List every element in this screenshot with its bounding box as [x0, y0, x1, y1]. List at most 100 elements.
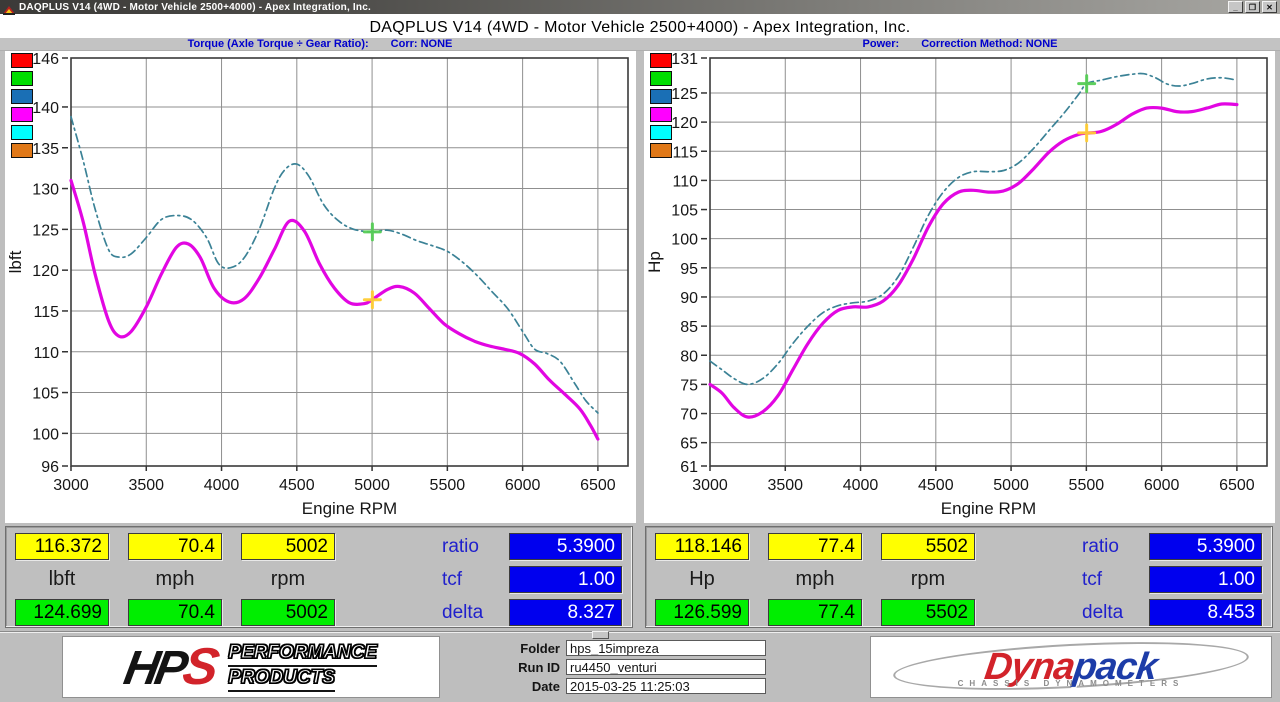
icon-base	[3, 13, 15, 15]
delta-value-box: 8.327	[509, 599, 622, 626]
svg-text:3000: 3000	[53, 477, 89, 494]
svg-text:75: 75	[680, 377, 698, 394]
svg-text:146: 146	[32, 51, 59, 68]
power-legend	[650, 53, 672, 161]
app-icon	[3, 2, 15, 13]
cursor-value-box: 5002	[241, 533, 335, 560]
torque-corr-label: Corr: NONE	[391, 38, 453, 50]
date-label: Date	[500, 679, 560, 694]
torque-chart[interactable]: 3000350040004500500055006000650014614013…	[5, 51, 636, 523]
footer-bar: HPS PERFORMANCE PRODUCTS Folder Run ID D…	[0, 631, 1280, 702]
svg-text:4500: 4500	[279, 477, 315, 494]
close-button[interactable]: ✕	[1262, 1, 1277, 13]
torque-legend	[11, 53, 33, 161]
power-chart[interactable]: 3000350040004500500055006000650013112512…	[644, 51, 1275, 523]
svg-text:Hp: Hp	[645, 251, 664, 273]
svg-text:6500: 6500	[1219, 477, 1255, 494]
unit-label: rpm	[881, 568, 975, 591]
unit-label: rpm	[241, 568, 335, 591]
delta-label: delta	[994, 602, 1130, 624]
hps-wordmark: HPS	[120, 641, 219, 693]
hps-hp-text: HP	[120, 642, 188, 695]
titlebar: DAQPLUS V14 (4WD - Motor Vehicle 2500+40…	[0, 0, 1280, 14]
svg-text:4000: 4000	[843, 477, 879, 494]
svg-text:85: 85	[680, 319, 698, 336]
folder-label: Folder	[500, 641, 560, 656]
run-id-field-row: Run ID	[500, 659, 766, 675]
ratio-label: ratio	[354, 536, 490, 558]
svg-text:61: 61	[680, 459, 698, 476]
dynapack-tagline: CHASSIS DYNAMOMETERS	[871, 679, 1271, 688]
restore-button[interactable]: ❐	[1245, 1, 1260, 13]
svg-text:95: 95	[680, 261, 698, 278]
cursor-value-box: 5502	[881, 533, 975, 560]
cursor-value-box: 124.699	[15, 599, 109, 626]
svg-text:70: 70	[680, 407, 698, 424]
readouts-row: 116.372 70.4 5002 ratio 5.3900 lbft mph …	[0, 523, 1280, 631]
svg-text:100: 100	[671, 232, 698, 249]
ratio-value-box: 5.3900	[1149, 533, 1262, 560]
svg-text:115: 115	[33, 304, 59, 321]
folder-field-row: Folder	[500, 640, 766, 656]
legend-swatch	[11, 89, 33, 104]
svg-text:105: 105	[32, 386, 59, 403]
svg-text:Engine RPM: Engine RPM	[941, 499, 1036, 518]
legend-swatch	[650, 125, 672, 140]
legend-swatch	[650, 53, 672, 68]
svg-text:130: 130	[32, 182, 59, 199]
legend-swatch	[11, 107, 33, 122]
torque-header-label: Torque (Axle Torque ÷ Gear Ratio):	[188, 38, 369, 50]
svg-text:105: 105	[671, 203, 698, 220]
cursor-value-box: 116.372	[15, 533, 109, 560]
svg-text:120: 120	[32, 263, 59, 280]
svg-text:6000: 6000	[505, 477, 541, 494]
svg-text:125: 125	[671, 86, 698, 103]
power-chart-panel: 3000350040004500500055006000650013112512…	[644, 51, 1275, 523]
svg-text:100: 100	[32, 426, 59, 443]
minimize-button[interactable]: _	[1228, 1, 1243, 13]
svg-text:90: 90	[680, 290, 698, 307]
hps-tagline: PERFORMANCE PRODUCTS	[228, 642, 377, 692]
delta-value-box: 8.453	[1149, 599, 1262, 626]
date-input[interactable]	[566, 678, 766, 694]
legend-swatch	[650, 89, 672, 104]
splitter-grip[interactable]	[592, 631, 609, 639]
run-info-fields: Folder Run ID Date	[500, 640, 766, 694]
chart-headers: Torque (Axle Torque ÷ Gear Ratio): Corr:…	[0, 38, 1280, 51]
torque-header: Torque (Axle Torque ÷ Gear Ratio): Corr:…	[0, 38, 640, 50]
cursor-value-box: 77.4	[768, 533, 862, 560]
legend-swatch	[11, 53, 33, 68]
svg-text:4500: 4500	[918, 477, 954, 494]
svg-text:110: 110	[672, 173, 698, 190]
svg-text:96: 96	[41, 459, 59, 476]
run-id-label: Run ID	[500, 660, 560, 675]
svg-text:110: 110	[33, 345, 59, 362]
svg-text:131: 131	[671, 51, 698, 68]
svg-text:5500: 5500	[1069, 477, 1105, 494]
unit-label: Hp	[655, 568, 749, 591]
svg-text:115: 115	[672, 144, 698, 161]
svg-text:Engine RPM: Engine RPM	[302, 499, 397, 518]
legend-swatch	[11, 143, 33, 158]
power-header: Power: Correction Method: NONE	[640, 38, 1280, 50]
svg-text:lbft: lbft	[6, 250, 25, 273]
run-id-input[interactable]	[566, 659, 766, 675]
svg-text:4000: 4000	[204, 477, 240, 494]
svg-text:3500: 3500	[128, 477, 164, 494]
folder-input[interactable]	[566, 640, 766, 656]
window-title: DAQPLUS V14 (4WD - Motor Vehicle 2500+40…	[19, 2, 371, 13]
charts-row: 3000350040004500500055006000650014614013…	[0, 51, 1280, 523]
svg-text:5000: 5000	[993, 477, 1029, 494]
dynapack-logo: Dynapack CHASSIS DYNAMOMETERS	[870, 636, 1272, 698]
cursor-value-box: 126.599	[655, 599, 749, 626]
cursor-value-box: 77.4	[768, 599, 862, 626]
hps-tagline-1: PERFORMANCE	[228, 642, 377, 667]
legend-swatch	[11, 71, 33, 86]
unit-label: mph	[128, 568, 222, 591]
torque-readout-panel: 116.372 70.4 5002 ratio 5.3900 lbft mph …	[5, 526, 633, 628]
svg-text:135: 135	[32, 141, 59, 158]
ratio-label: ratio	[994, 536, 1130, 558]
tcf-value-box: 1.00	[1149, 566, 1262, 593]
svg-text:5000: 5000	[354, 477, 390, 494]
svg-text:65: 65	[680, 436, 698, 453]
